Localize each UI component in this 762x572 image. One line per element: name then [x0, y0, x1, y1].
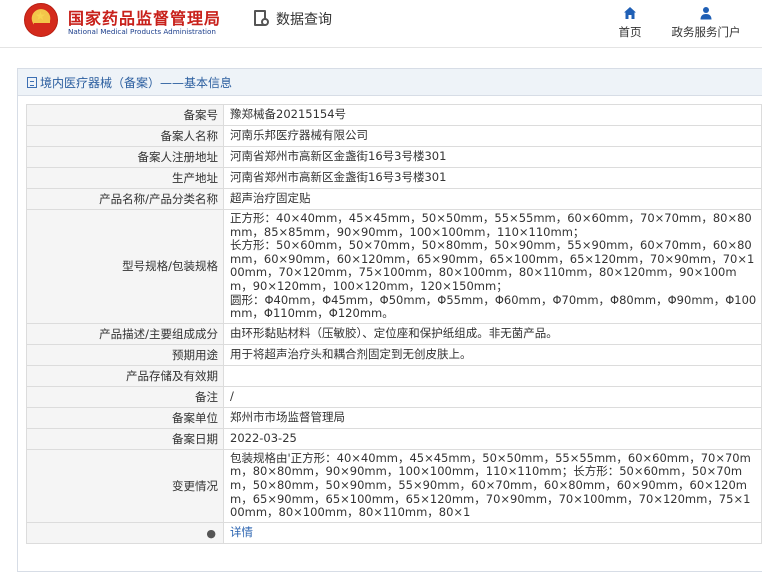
field-value: 郑州市市场监督管理局	[223, 406, 762, 429]
user-icon	[700, 7, 712, 20]
breadcrumb: 境内医疗器械（备案）——基本信息	[18, 69, 762, 96]
table-row: 备案单位 郑州市市场监督管理局	[26, 406, 762, 429]
table-row: ● 详情	[26, 521, 762, 544]
nav-portal-label: 政务服务门户	[671, 25, 741, 39]
nav-home-label: 首页	[618, 25, 642, 39]
field-label: 备案日期	[26, 427, 224, 450]
document-icon	[27, 76, 37, 88]
field-label: 型号规格/包装规格	[26, 209, 224, 324]
national-emblem-logo: ★	[24, 3, 58, 37]
field-label: 产品存储及有效期	[26, 364, 224, 387]
brand-subtitle: National Medical Products Administration	[68, 27, 216, 36]
breadcrumb-text: 境内医疗器械（备案）——基本信息	[40, 75, 233, 90]
field-value: 包装规格由'正方形：40×40mm，45×45mm，50×50mm，55×55m…	[223, 448, 762, 523]
field-value: 河南乐邦医疗器械有限公司	[223, 125, 762, 147]
data-query-link[interactable]: 数据查询	[253, 9, 332, 29]
field-label: 备注	[26, 385, 224, 408]
table-row: 备案号 豫郑械备20215154号	[26, 104, 762, 126]
table-row: 产品存储及有效期	[26, 364, 762, 387]
field-label: 备案人注册地址	[26, 146, 224, 168]
table-row: 产品描述/主要组成成分 由环形黏贴材料（压敏胶）、定位座和保护纸组成。非无菌产品…	[26, 322, 762, 345]
table-row: 型号规格/包装规格 正方形：40×40mm，45×45mm，50×50mm，55…	[26, 209, 762, 324]
table-row: 预期用途 用于将超声治疗头和耦合剂固定到无创皮肤上。	[26, 343, 762, 366]
site-header: ★ 国家药品监督管理局 National Medical Products Ad…	[0, 0, 762, 48]
field-value: 用于将超声治疗头和耦合剂固定到无创皮肤上。	[223, 343, 762, 366]
lightbulb-icon: ●	[206, 526, 216, 540]
nav-home[interactable]: 首页	[615, 6, 645, 40]
field-value: 2022-03-25	[223, 427, 762, 450]
brand-title: 国家药品监督管理局	[68, 9, 222, 28]
table-row: 变更情况 包装规格由'正方形：40×40mm，45×45mm，50×50mm，5…	[26, 448, 762, 523]
table-row: 备注 /	[26, 385, 762, 408]
document-search-icon	[253, 9, 271, 29]
field-label: 预期用途	[26, 343, 224, 366]
field-label: 备案单位	[26, 406, 224, 429]
info-table: 备案号 豫郑械备20215154号 备案人名称 河南乐邦医疗器械有限公司 备案人…	[26, 104, 762, 544]
data-query-label: 数据查询	[276, 12, 332, 28]
table-row: 生产地址 河南省郑州市高新区金盏街16号3号楼301	[26, 167, 762, 189]
field-value: /	[223, 385, 762, 408]
nav-service-portal[interactable]: 政务服务门户	[668, 6, 744, 40]
field-value: 正方形：40×40mm，45×45mm，50×50mm，55×55mm，60×6…	[223, 209, 762, 324]
field-value: 超声治疗固定贴	[223, 188, 762, 210]
detail-link[interactable]: 详情	[230, 525, 253, 539]
field-label: 变更情况	[26, 448, 224, 523]
field-label: 备案号	[26, 104, 224, 126]
field-value: 河南省郑州市高新区金盏街16号3号楼301	[223, 167, 762, 189]
home-icon	[624, 7, 636, 19]
field-value: 河南省郑州市高新区金盏街16号3号楼301	[223, 146, 762, 168]
detail-cell: 详情	[223, 521, 762, 544]
field-label: 生产地址	[26, 167, 224, 189]
field-value: 豫郑械备20215154号	[223, 104, 762, 126]
field-label: 备案人名称	[26, 125, 224, 147]
table-row: 备案人注册地址 河南省郑州市高新区金盏街16号3号楼301	[26, 146, 762, 168]
field-label: 产品名称/产品分类名称	[26, 188, 224, 210]
table-row: 产品名称/产品分类名称 超声治疗固定贴	[26, 188, 762, 210]
field-label: 产品描述/主要组成成分	[26, 322, 224, 345]
detail-label: ●	[26, 521, 224, 544]
table-row: 备案日期 2022-03-25	[26, 427, 762, 450]
field-value	[223, 364, 762, 387]
table-row: 备案人名称 河南乐邦医疗器械有限公司	[26, 125, 762, 147]
field-value: 由环形黏贴材料（压敏胶）、定位座和保护纸组成。非无菌产品。	[223, 322, 762, 345]
